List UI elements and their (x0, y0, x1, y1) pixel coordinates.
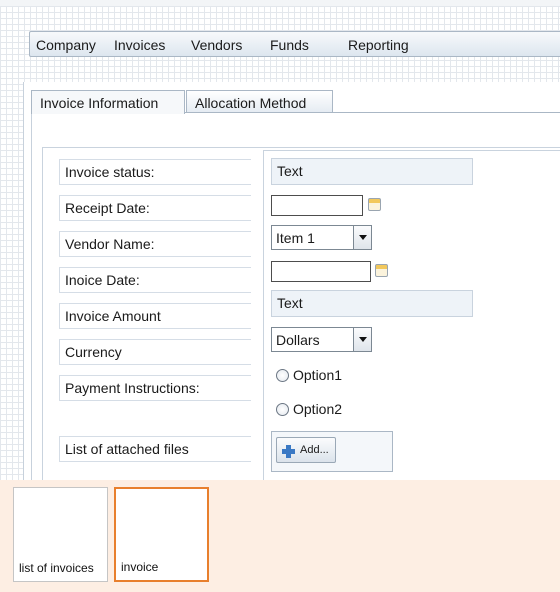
label-vendor-name: Vendor Name: (59, 231, 251, 257)
chevron-down-icon[interactable] (353, 226, 371, 249)
receipt-date-input[interactable] (271, 195, 363, 216)
label-invoice-amount: Invoice Amount (59, 303, 251, 329)
invoice-status-field[interactable]: Text (271, 158, 473, 185)
page-thumbnail-list-of-invoices[interactable]: list of invoices (13, 487, 108, 582)
plus-icon (282, 445, 295, 458)
payment-option-2-label: Option2 (293, 401, 343, 417)
vendor-name-selected: Item 1 (276, 230, 315, 246)
currency-selected: Dollars (276, 332, 320, 348)
payment-option-1[interactable]: Option1 (276, 366, 342, 384)
chevron-down-icon[interactable] (353, 328, 371, 351)
calendar-icon[interactable] (375, 264, 388, 277)
radio-button[interactable] (276, 402, 289, 416)
tab-allocation-method[interactable]: Allocation Method (186, 90, 333, 113)
vendor-name-select[interactable]: Item 1 (271, 225, 372, 250)
label-invoice-status: Invoice status: (59, 159, 251, 185)
currency-select[interactable]: Dollars (271, 327, 372, 352)
page-thumbnail-invoice[interactable]: invoice (114, 487, 209, 582)
label-currency: Currency (59, 339, 251, 365)
calendar-icon[interactable] (368, 198, 381, 211)
canvas-top-bar (0, 0, 560, 6)
add-file-button[interactable]: Add... (276, 437, 336, 463)
payment-option-1-label: Option1 (293, 367, 343, 383)
page-thumbnail-label: invoice (121, 560, 159, 574)
invoice-date-input[interactable] (271, 261, 371, 282)
invoice-amount-field[interactable]: Text (271, 290, 473, 317)
payment-option-2[interactable]: Option2 (276, 400, 342, 418)
menu-invoices[interactable]: Invoices (114, 37, 165, 53)
menubar: Company Invoices Vendors Funds Reporting (29, 31, 560, 57)
label-invoice-date: Inoice Date: (59, 267, 251, 293)
menu-reporting[interactable]: Reporting (348, 37, 409, 53)
page-thumbnail-label: list of invoices (19, 561, 94, 575)
menu-funds[interactable]: Funds (270, 37, 309, 53)
menu-vendors[interactable]: Vendors (191, 37, 242, 53)
label-attached-files: List of attached files (59, 436, 251, 462)
add-button-label: Add... (300, 444, 329, 456)
tab-invoice-information[interactable]: Invoice Information (31, 90, 185, 114)
menu-company[interactable]: Company (36, 37, 96, 53)
label-payment-instructions: Payment Instructions: (59, 375, 251, 401)
radio-button[interactable] (276, 368, 289, 382)
label-receipt-date: Receipt Date: (59, 195, 251, 221)
